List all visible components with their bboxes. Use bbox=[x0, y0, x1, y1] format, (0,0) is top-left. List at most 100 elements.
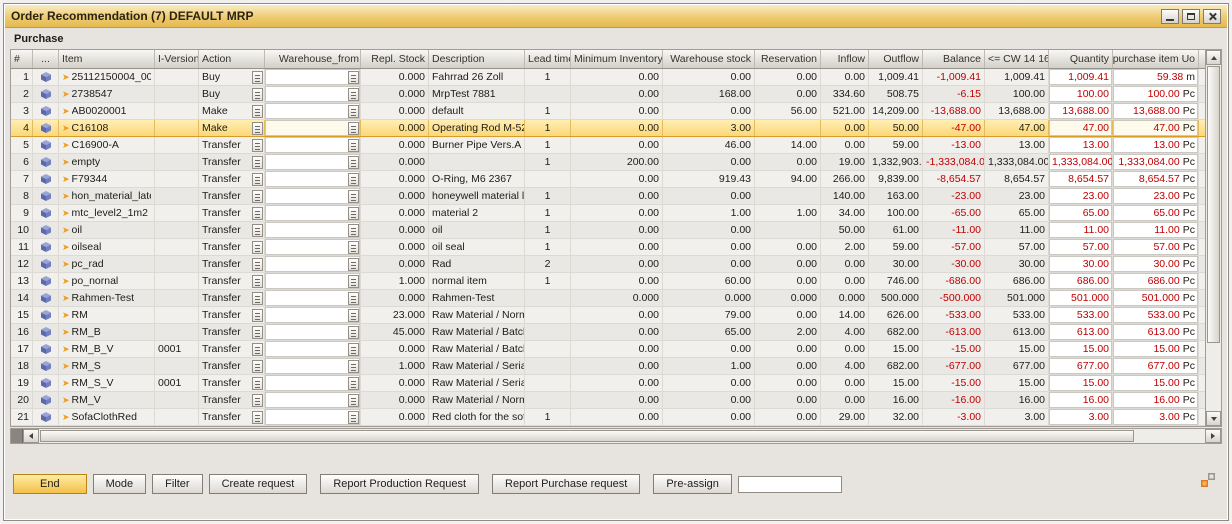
dropdown-icon[interactable] bbox=[348, 190, 359, 203]
dropdown-icon[interactable] bbox=[348, 411, 359, 424]
table-row[interactable]: 1 ➤ 25112150004_000 Buy 0.000 Fahrrad 26… bbox=[11, 69, 1205, 86]
action-cell[interactable]: Make bbox=[199, 120, 265, 136]
warehouse-from-cell[interactable] bbox=[265, 239, 361, 255]
table-row[interactable]: 10 ➤ oil Transfer 0.000 oil 1 0.00 0.00 … bbox=[11, 222, 1205, 239]
warehouse-from-cell[interactable] bbox=[265, 341, 361, 357]
col-header-outflow[interactable]: Outflow bbox=[869, 50, 923, 68]
warehouse-from-cell[interactable] bbox=[265, 409, 361, 425]
dropdown-icon[interactable] bbox=[348, 105, 359, 118]
table-row[interactable]: 4 ➤ C16108 Make 0.000 Operating Rod M-52… bbox=[11, 120, 1205, 137]
action-cell[interactable]: Transfer bbox=[199, 409, 265, 425]
warehouse-from-cell[interactable] bbox=[265, 103, 361, 119]
warehouse-from-cell[interactable] bbox=[265, 273, 361, 289]
table-row[interactable]: 12 ➤ pc_rad Transfer 0.000 Rad 2 0.00 0.… bbox=[11, 256, 1205, 273]
link-arrow-icon[interactable]: ➤ bbox=[62, 154, 70, 170]
table-row[interactable]: 2 ➤ 2738547 Buy 0.000 MrpTest 7881 0.00 … bbox=[11, 86, 1205, 103]
table-row[interactable]: 18 ➤ RM_S Transfer 1.000 Raw Material / … bbox=[11, 358, 1205, 375]
title-bar[interactable]: Order Recommendation (7) DEFAULT MRP bbox=[5, 5, 1227, 28]
quantity-cell[interactable]: 8,654.57 bbox=[1049, 171, 1113, 187]
vertical-scroll-track[interactable] bbox=[1207, 65, 1220, 411]
quantity-cell[interactable]: 533.00 bbox=[1049, 307, 1113, 323]
action-cell[interactable]: Transfer bbox=[199, 273, 265, 289]
action-cell[interactable]: Transfer bbox=[199, 290, 265, 306]
dropdown-icon[interactable] bbox=[348, 241, 359, 254]
col-header-action[interactable]: Action bbox=[199, 50, 265, 68]
action-cell[interactable]: Buy bbox=[199, 86, 265, 102]
quantity-cell[interactable]: 677.00 bbox=[1049, 358, 1113, 374]
quantity-cell[interactable]: 47.00 bbox=[1049, 120, 1113, 136]
warehouse-from-cell[interactable] bbox=[265, 290, 361, 306]
dropdown-icon[interactable] bbox=[252, 207, 263, 220]
action-cell[interactable]: Transfer bbox=[199, 375, 265, 391]
col-header-repl-stock[interactable]: Repl. Stock bbox=[361, 50, 429, 68]
action-cell[interactable]: Buy bbox=[199, 69, 265, 85]
col-header-warehouse-from[interactable]: Warehouse_from bbox=[265, 50, 361, 68]
link-arrow-icon[interactable]: ➤ bbox=[62, 137, 70, 153]
warehouse-from-cell[interactable] bbox=[265, 392, 361, 408]
link-arrow-icon[interactable]: ➤ bbox=[62, 205, 70, 221]
warehouse-from-cell[interactable] bbox=[265, 188, 361, 204]
col-header-reservation[interactable]: Reservation bbox=[755, 50, 821, 68]
dropdown-icon[interactable] bbox=[252, 309, 263, 322]
link-arrow-icon[interactable]: ➤ bbox=[62, 273, 70, 289]
dropdown-icon[interactable] bbox=[252, 343, 263, 356]
quantity-cell[interactable]: 15.00 bbox=[1049, 341, 1113, 357]
quantity-cell[interactable]: 501.000 bbox=[1049, 290, 1113, 306]
link-arrow-icon[interactable]: ➤ bbox=[62, 375, 70, 391]
quantity-cell[interactable]: 16.00 bbox=[1049, 392, 1113, 408]
horizontal-scroll-thumb[interactable] bbox=[40, 430, 1134, 442]
dropdown-icon[interactable] bbox=[252, 139, 263, 152]
warehouse-from-cell[interactable] bbox=[265, 324, 361, 340]
link-arrow-icon[interactable]: ➤ bbox=[62, 69, 70, 85]
table-row[interactable]: 16 ➤ RM_B Transfer 45.000 Raw Material /… bbox=[11, 324, 1205, 341]
table-row[interactable]: 13 ➤ po_nornal Transfer 1.000 normal ite… bbox=[11, 273, 1205, 290]
col-header-lead-time[interactable]: Lead time bbox=[525, 50, 571, 68]
dropdown-icon[interactable] bbox=[252, 377, 263, 390]
dropdown-icon[interactable] bbox=[348, 173, 359, 186]
link-arrow-icon[interactable]: ➤ bbox=[62, 307, 70, 323]
link-arrow-icon[interactable]: ➤ bbox=[62, 86, 70, 102]
action-cell[interactable]: Transfer bbox=[199, 392, 265, 408]
col-header-balance[interactable]: Balance bbox=[923, 50, 985, 68]
dropdown-icon[interactable] bbox=[348, 258, 359, 271]
warehouse-from-cell[interactable] bbox=[265, 69, 361, 85]
mode-button[interactable]: Mode bbox=[93, 474, 147, 494]
action-cell[interactable]: Make bbox=[199, 103, 265, 119]
table-row[interactable]: 20 ➤ RM_V Transfer 0.000 Raw Material / … bbox=[11, 392, 1205, 409]
split-handle[interactable] bbox=[11, 429, 23, 443]
quantity-cell[interactable]: 1,009.41 bbox=[1049, 69, 1113, 85]
action-cell[interactable]: Transfer bbox=[199, 222, 265, 238]
horizontal-scroll-track[interactable] bbox=[40, 430, 1204, 442]
dropdown-icon[interactable] bbox=[348, 156, 359, 169]
quantity-cell[interactable]: 686.00 bbox=[1049, 273, 1113, 289]
dropdown-icon[interactable] bbox=[252, 190, 263, 203]
horizontal-scrollbar[interactable] bbox=[10, 428, 1222, 444]
action-cell[interactable]: Transfer bbox=[199, 341, 265, 357]
dropdown-icon[interactable] bbox=[252, 326, 263, 339]
warehouse-from-cell[interactable] bbox=[265, 137, 361, 153]
dropdown-icon[interactable] bbox=[252, 105, 263, 118]
dropdown-icon[interactable] bbox=[348, 275, 359, 288]
link-arrow-icon[interactable]: ➤ bbox=[62, 392, 70, 408]
quantity-cell[interactable]: 30.00 bbox=[1049, 256, 1113, 272]
quantity-cell[interactable]: 3.00 bbox=[1049, 409, 1113, 425]
link-arrow-icon[interactable]: ➤ bbox=[62, 120, 70, 136]
warehouse-from-cell[interactable] bbox=[265, 358, 361, 374]
warehouse-from-cell[interactable] bbox=[265, 120, 361, 136]
dropdown-icon[interactable] bbox=[252, 173, 263, 186]
dropdown-icon[interactable] bbox=[348, 326, 359, 339]
quantity-cell[interactable]: 65.00 bbox=[1049, 205, 1113, 221]
action-cell[interactable]: Transfer bbox=[199, 171, 265, 187]
form-resize-icon[interactable] bbox=[1200, 472, 1216, 488]
table-row[interactable]: 9 ➤ mtc_level2_1m2 Transfer 0.000 materi… bbox=[11, 205, 1205, 222]
link-arrow-icon[interactable]: ➤ bbox=[62, 188, 70, 204]
dropdown-icon[interactable] bbox=[252, 241, 263, 254]
table-row[interactable]: 15 ➤ RM Transfer 23.000 Raw Material / N… bbox=[11, 307, 1205, 324]
dropdown-icon[interactable] bbox=[348, 394, 359, 407]
maximize-button[interactable] bbox=[1182, 9, 1200, 24]
dropdown-icon[interactable] bbox=[348, 360, 359, 373]
dropdown-icon[interactable] bbox=[252, 224, 263, 237]
col-header-quantity[interactable]: Quantity bbox=[1049, 50, 1113, 68]
table-row[interactable]: 3 ➤ AB0020001 Make 0.000 default 1 0.00 … bbox=[11, 103, 1205, 120]
link-arrow-icon[interactable]: ➤ bbox=[62, 256, 70, 272]
